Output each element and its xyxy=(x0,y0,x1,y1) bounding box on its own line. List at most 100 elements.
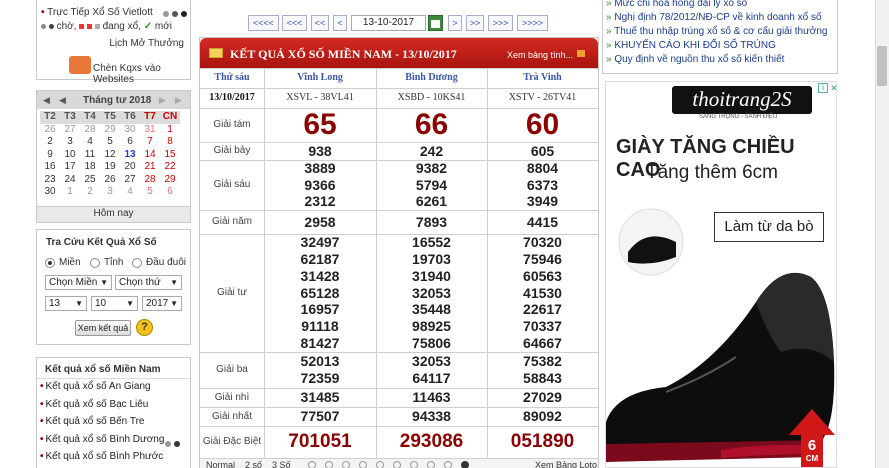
radio-mien[interactable] xyxy=(45,258,55,268)
calendar-day[interactable]: 24 xyxy=(60,174,80,187)
calendar-today-button[interactable]: Hôm nay xyxy=(37,206,190,222)
news-link[interactable]: » Quy định về nguồn thu xổ số kiến thiết xyxy=(606,53,784,66)
vietlott-live-label[interactable]: • Trực Tiếp Xổ Số Vietlott xyxy=(41,7,153,18)
code-tra-vinh: XSTV - 26TV41 xyxy=(508,92,577,103)
calendar-day[interactable]: 3 xyxy=(100,186,120,199)
date-input[interactable]: 13-10-2017 xyxy=(351,15,426,31)
calendar-day[interactable]: 21 xyxy=(140,161,160,174)
embed-icon[interactable] xyxy=(69,56,91,74)
mode-normal[interactable]: Normal xyxy=(206,460,235,468)
calendar-day[interactable]: 23 xyxy=(40,174,60,187)
mien-nam-link[interactable]: • Kết quả xổ số An Giang xyxy=(40,380,151,394)
adchoices-icon[interactable]: i xyxy=(818,83,828,93)
calendar-day[interactable]: 13 xyxy=(120,149,140,162)
calendar-day[interactable]: 28 xyxy=(140,174,160,187)
calendar-next-year[interactable]: ▶ xyxy=(175,95,182,106)
radio-tinh[interactable] xyxy=(90,258,100,268)
calendar-day[interactable]: 26 xyxy=(100,174,120,187)
news-link[interactable]: » Mức chi hoa hồng đại lý xổ số xyxy=(606,0,747,10)
nav-first-button[interactable]: <<<< xyxy=(248,15,279,31)
view-lotto-link[interactable]: Xem Bảng Loto xyxy=(535,460,597,468)
calendar-day[interactable]: 20 xyxy=(120,161,140,174)
calendar-day[interactable]: 17 xyxy=(60,161,80,174)
ad-banner[interactable]: thoitrang2S SANG TRỌNG - SÀNH ĐIỆU i ✕ G… xyxy=(605,81,837,468)
calendar-prev-year[interactable]: ◀ xyxy=(43,95,50,106)
calendar-day[interactable]: 9 xyxy=(40,149,60,162)
calendar-day[interactable]: 19 xyxy=(100,161,120,174)
nav-next-button[interactable]: > xyxy=(448,15,462,31)
calendar-day[interactable]: 31 xyxy=(140,124,160,137)
calendar-day[interactable]: 6 xyxy=(160,186,180,199)
calendar-day[interactable]: 11 xyxy=(80,149,100,162)
nav-next2-button[interactable]: >> xyxy=(466,15,484,31)
mien-nam-link[interactable]: • Kết quả xổ số Bạc Liêu xyxy=(40,398,148,412)
calendar-icon[interactable] xyxy=(428,15,443,31)
province-tra-vinh[interactable]: Trà Vinh xyxy=(487,72,598,83)
select-year[interactable]: 2017 ▼ xyxy=(142,296,182,311)
help-icon[interactable]: ? xyxy=(136,319,153,336)
scrollbar-thumb[interactable] xyxy=(877,46,887,86)
view-table-link[interactable]: Xem bảng tính... xyxy=(507,50,573,60)
nav-prev-button[interactable]: < xyxy=(333,15,347,31)
calendar-day[interactable]: 29 xyxy=(160,174,180,187)
calendar-day[interactable]: 26 xyxy=(40,124,60,137)
view-result-button[interactable]: Xem kết quả xyxy=(75,320,131,336)
calendar-day[interactable]: 27 xyxy=(120,174,140,187)
calendar-day[interactable]: 15 xyxy=(160,149,180,162)
mode-three[interactable]: 3 Số xyxy=(272,460,291,468)
calendar-month-label[interactable]: Tháng tư 2018 xyxy=(83,95,151,106)
nav-next3-button[interactable]: >>> xyxy=(488,15,513,31)
calendar-day[interactable]: 18 xyxy=(80,161,100,174)
calendar-day[interactable]: 16 xyxy=(40,161,60,174)
calendar-day[interactable]: 12 xyxy=(100,149,120,162)
nav-prev3-button[interactable]: <<< xyxy=(282,15,307,31)
news-link[interactable]: » Nghị định 78/2012/NĐ-CP về kinh doanh … xyxy=(606,11,822,24)
calendar-day[interactable]: 29 xyxy=(100,124,120,137)
calendar-day[interactable]: 25 xyxy=(80,174,100,187)
calendar-day[interactable]: 8 xyxy=(160,136,180,149)
calendar-day[interactable]: 27 xyxy=(60,124,80,137)
calendar-next-month[interactable]: ▶ xyxy=(159,95,166,106)
calendar-day[interactable]: 5 xyxy=(100,136,120,149)
select-day[interactable]: 13 ▼ xyxy=(45,296,87,311)
select-mien[interactable]: Chọn Miền ▼ xyxy=(45,275,112,290)
radio-dauduoi[interactable] xyxy=(132,258,142,268)
calendar-day[interactable]: 1 xyxy=(160,124,180,137)
calendar-prev-month[interactable]: ◀ xyxy=(59,95,66,106)
calendar-day[interactable]: 28 xyxy=(80,124,100,137)
calendar-day[interactable]: 22 xyxy=(160,161,180,174)
history-link[interactable]: Lịch Mở Thưởng xyxy=(109,38,184,49)
calendar-day[interactable]: 14 xyxy=(140,149,160,162)
mien-nam-link[interactable]: • Kết quả xổ số Bình Dương xyxy=(40,433,164,447)
calendar-day[interactable]: 30 xyxy=(40,186,60,199)
close-icon[interactable]: ✕ xyxy=(829,83,836,93)
calendar-day[interactable]: 30 xyxy=(120,124,140,137)
calendar-day[interactable]: 3 xyxy=(60,136,80,149)
calendar-day[interactable]: 2 xyxy=(40,136,60,149)
digit-filter-icons[interactable] xyxy=(308,460,508,468)
flag-icon xyxy=(577,50,585,57)
news-link-label: Quy định về nguồn thu xổ số kiến thiết xyxy=(614,54,785,65)
select-thu[interactable]: Chọn thứ ▼ xyxy=(115,275,182,290)
prize-number: 72359 xyxy=(300,370,340,386)
mode-two[interactable]: 2 số xyxy=(245,460,262,468)
news-link[interactable]: » KHUYẾN CÁO KHI ĐỔI SỐ TRÚNG xyxy=(606,39,776,52)
mien-nam-link[interactable]: • Kết quả xổ số Bình Phước xyxy=(40,450,163,464)
news-link[interactable]: » Thuế thu nhập trúng xổ số & cơ cấu giả… xyxy=(606,25,827,38)
select-month[interactable]: 10 ▼ xyxy=(91,296,138,311)
mien-nam-link[interactable]: • Kết quả xổ số Bến Tre xyxy=(40,415,144,429)
embed-websites-link[interactable]: Chèn Kqxs vào Websites xyxy=(93,63,190,85)
calendar-day[interactable]: 6 xyxy=(120,136,140,149)
calendar-day[interactable]: 10 xyxy=(60,149,80,162)
calendar-day[interactable]: 1 xyxy=(60,186,80,199)
calendar-weekday: T6 xyxy=(120,111,140,124)
calendar-day[interactable]: 7 xyxy=(140,136,160,149)
nav-prev2-button[interactable]: << xyxy=(311,15,329,31)
province-vinh-long[interactable]: Vĩnh Long xyxy=(264,72,376,83)
nav-last-button[interactable]: >>>> xyxy=(517,15,548,31)
calendar-day[interactable]: 2 xyxy=(80,186,100,199)
province-binh-duong[interactable]: Bình Dương xyxy=(376,72,487,83)
calendar-day[interactable]: 5 xyxy=(140,186,160,199)
calendar-day[interactable]: 4 xyxy=(80,136,100,149)
calendar-day[interactable]: 4 xyxy=(120,186,140,199)
